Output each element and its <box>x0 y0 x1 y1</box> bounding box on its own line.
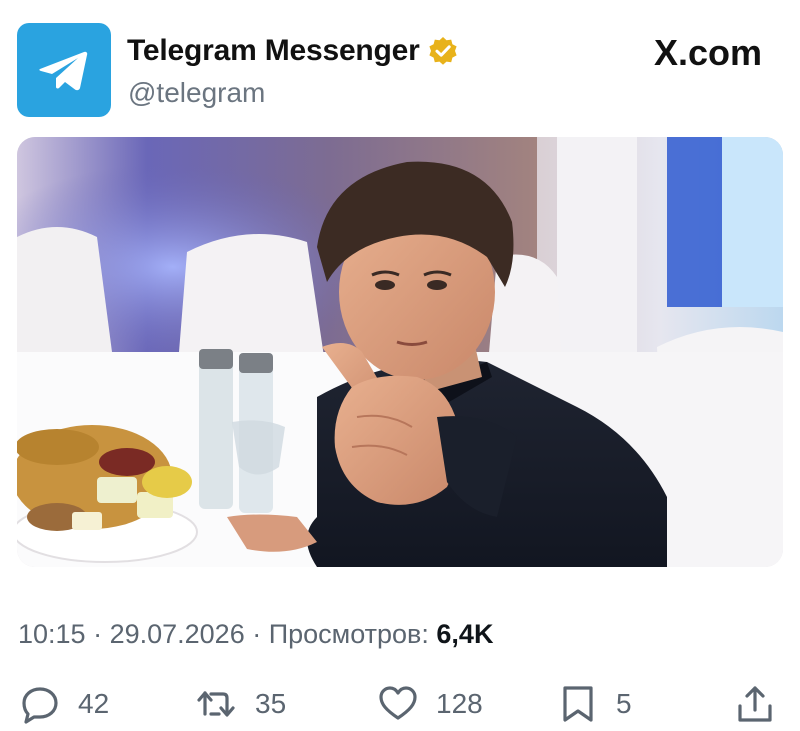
post-date[interactable]: 29.07.2026 <box>110 619 245 649</box>
views-label: Просмотров: <box>268 619 429 649</box>
reply-icon <box>22 687 58 724</box>
repost-button[interactable]: 35 <box>197 680 286 728</box>
views-count: 6,4K <box>436 619 494 649</box>
telegram-paper-plane-icon <box>39 51 88 91</box>
verified-badge-icon <box>429 37 457 65</box>
post-image[interactable] <box>17 137 783 567</box>
like-button[interactable]: 128 <box>378 680 483 728</box>
reply-count: 42 <box>78 688 110 719</box>
repost-count: 35 <box>255 688 287 719</box>
tweet-header: Telegram Messenger @telegram X.com <box>0 0 800 130</box>
reply-button[interactable]: 42 <box>20 680 109 728</box>
heart-icon <box>379 686 417 720</box>
repost-icon <box>197 691 235 717</box>
share-button[interactable] <box>735 680 775 728</box>
author-handle[interactable]: @telegram <box>128 77 265 109</box>
separator-dot: · <box>85 619 110 649</box>
separator-dot: · <box>244 619 269 649</box>
brand-text: X.com <box>653 32 762 73</box>
post-meta: 10:15 · 29.07.2026 · Просмотров: 6,4K <box>18 619 493 650</box>
action-bar: 42 35 128 5 <box>0 680 800 728</box>
bookmark-count: 5 <box>616 688 632 719</box>
bookmark-icon <box>563 686 593 722</box>
author-name[interactable]: Telegram Messenger <box>127 34 420 68</box>
post-time[interactable]: 10:15 <box>18 619 86 649</box>
avatar[interactable] <box>17 23 111 117</box>
author-name-row[interactable]: Telegram Messenger <box>127 34 458 68</box>
x-brand-logo: X.com <box>652 32 762 74</box>
bookmark-button[interactable]: 5 <box>558 680 632 728</box>
photo-illustration <box>17 137 783 567</box>
share-icon <box>738 686 772 722</box>
like-count: 128 <box>436 688 483 719</box>
